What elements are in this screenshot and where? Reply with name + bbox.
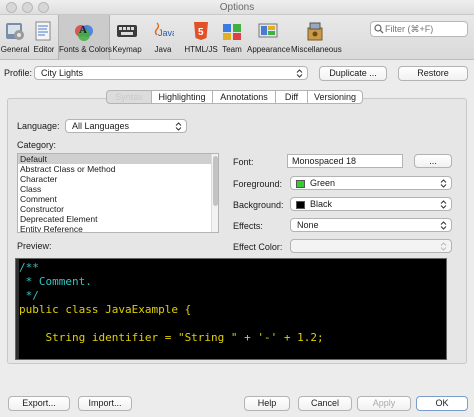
foreground-swatch bbox=[296, 180, 305, 188]
category-item-default[interactable]: Default bbox=[18, 154, 218, 164]
toolbar-editor[interactable]: Editor bbox=[31, 15, 57, 60]
category-item[interactable]: Character bbox=[18, 174, 218, 184]
cancel-button[interactable]: Cancel bbox=[298, 396, 352, 411]
export-button[interactable]: Export... bbox=[8, 396, 70, 411]
foreground-select[interactable]: Green bbox=[290, 176, 452, 190]
toolbar-appearance[interactable]: Appearance bbox=[247, 15, 290, 60]
toolbar-team[interactable]: Team bbox=[220, 15, 244, 60]
font-label: Font: bbox=[233, 157, 254, 167]
foreground-label: Foreground: bbox=[233, 179, 283, 189]
tab-versioning[interactable]: Versioning bbox=[307, 90, 363, 104]
category-item[interactable]: Entity Reference bbox=[18, 224, 218, 232]
effect-color-label: Effect Color: bbox=[233, 242, 283, 252]
language-label: Language: bbox=[17, 121, 60, 131]
preview-pane: /** * Comment. */ public class JavaExamp… bbox=[15, 258, 447, 360]
java-icon: Java bbox=[154, 22, 174, 38]
language-select[interactable]: All Languages bbox=[65, 119, 187, 133]
font-chooser-button[interactable]: ... bbox=[414, 154, 452, 168]
category-item[interactable]: Deprecated Element bbox=[18, 214, 218, 224]
chevron-updown-icon bbox=[440, 221, 447, 230]
effects-value: None bbox=[297, 220, 319, 230]
html5-icon: 5 bbox=[194, 22, 208, 40]
title-bar: Options bbox=[0, 0, 474, 15]
chevron-updown-icon bbox=[440, 179, 447, 188]
category-item[interactable]: Abstract Class or Method bbox=[18, 164, 218, 174]
background-value: Black bbox=[310, 199, 333, 209]
background-label: Background: bbox=[233, 200, 284, 210]
filter-field[interactable] bbox=[370, 21, 468, 37]
fonts-colors-icon: A bbox=[75, 24, 93, 41]
chevron-updown-icon bbox=[440, 200, 447, 209]
tab-highlighting[interactable]: Highlighting bbox=[151, 90, 213, 104]
keymap-icon bbox=[117, 25, 137, 37]
toolbar-html-js[interactable]: 5 HTML/JS bbox=[184, 15, 218, 60]
preview-label: Preview: bbox=[17, 241, 52, 251]
general-icon bbox=[6, 23, 24, 40]
tab-annotations[interactable]: Annotations bbox=[212, 90, 276, 104]
effect-color-select[interactable] bbox=[290, 239, 452, 253]
effects-label: Effects: bbox=[233, 221, 263, 231]
scrollbar-thumb[interactable] bbox=[213, 156, 218, 206]
chevron-updown-icon bbox=[175, 122, 182, 131]
appearance-icon bbox=[258, 23, 278, 38]
tab-diff[interactable]: Diff bbox=[275, 90, 308, 104]
duplicate-button[interactable]: Duplicate ... bbox=[319, 66, 387, 81]
svg-text:5: 5 bbox=[198, 27, 204, 38]
foreground-value: Green bbox=[310, 178, 336, 188]
category-scrollbar[interactable] bbox=[211, 154, 218, 232]
preview-line: public class JavaExample { bbox=[19, 303, 192, 316]
toolbar-java[interactable]: Java Java bbox=[146, 15, 180, 60]
miscellaneous-icon bbox=[307, 22, 323, 41]
font-field[interactable]: Monospaced 18 bbox=[287, 154, 403, 168]
category-label: Category: bbox=[17, 140, 57, 150]
profile-value: City Lights bbox=[41, 68, 84, 78]
search-icon bbox=[374, 24, 384, 34]
tab-syntax[interactable]: Syntax bbox=[106, 90, 152, 104]
chevron-updown-icon bbox=[440, 242, 447, 251]
preview-line: * Comment. bbox=[19, 275, 92, 288]
category-list[interactable]: Default Abstract Class or Method Charact… bbox=[17, 153, 219, 233]
filter-input[interactable] bbox=[385, 23, 465, 35]
apply-button[interactable]: Apply bbox=[357, 396, 411, 411]
restore-button[interactable]: Restore bbox=[398, 66, 468, 81]
team-icon bbox=[223, 24, 241, 40]
language-value: All Languages bbox=[72, 121, 130, 131]
preview-line: /** bbox=[19, 261, 39, 274]
category-item[interactable]: Constructor bbox=[18, 204, 218, 214]
ok-button[interactable]: OK bbox=[416, 396, 468, 411]
editor-icon bbox=[35, 21, 51, 41]
toolbar-keymap[interactable]: Keymap bbox=[112, 15, 142, 60]
background-select[interactable]: Black bbox=[290, 197, 452, 211]
help-button[interactable]: Help bbox=[244, 396, 290, 411]
category-item[interactable]: Class bbox=[18, 184, 218, 194]
profile-label: Profile: bbox=[4, 68, 33, 78]
background-swatch bbox=[296, 201, 305, 209]
svg-text:Java: Java bbox=[158, 28, 174, 38]
import-button[interactable]: Import... bbox=[78, 396, 132, 411]
chevron-updown-icon bbox=[296, 69, 303, 78]
svg-text:A: A bbox=[79, 24, 87, 36]
preview-line: */ bbox=[19, 289, 39, 302]
toolbar-general[interactable]: General bbox=[0, 15, 30, 60]
profile-select[interactable]: City Lights bbox=[34, 66, 308, 80]
toolbar-fonts-colors[interactable]: A Fonts & Colors bbox=[58, 15, 112, 60]
window-title: Options bbox=[219, 2, 255, 13]
toolbar-miscellaneous[interactable]: Miscellaneous bbox=[291, 15, 342, 60]
category-item[interactable]: Comment bbox=[18, 194, 218, 204]
effects-select[interactable]: None bbox=[290, 218, 452, 232]
preview-line: String identifier = "String " + '-' + 1.… bbox=[19, 331, 324, 344]
